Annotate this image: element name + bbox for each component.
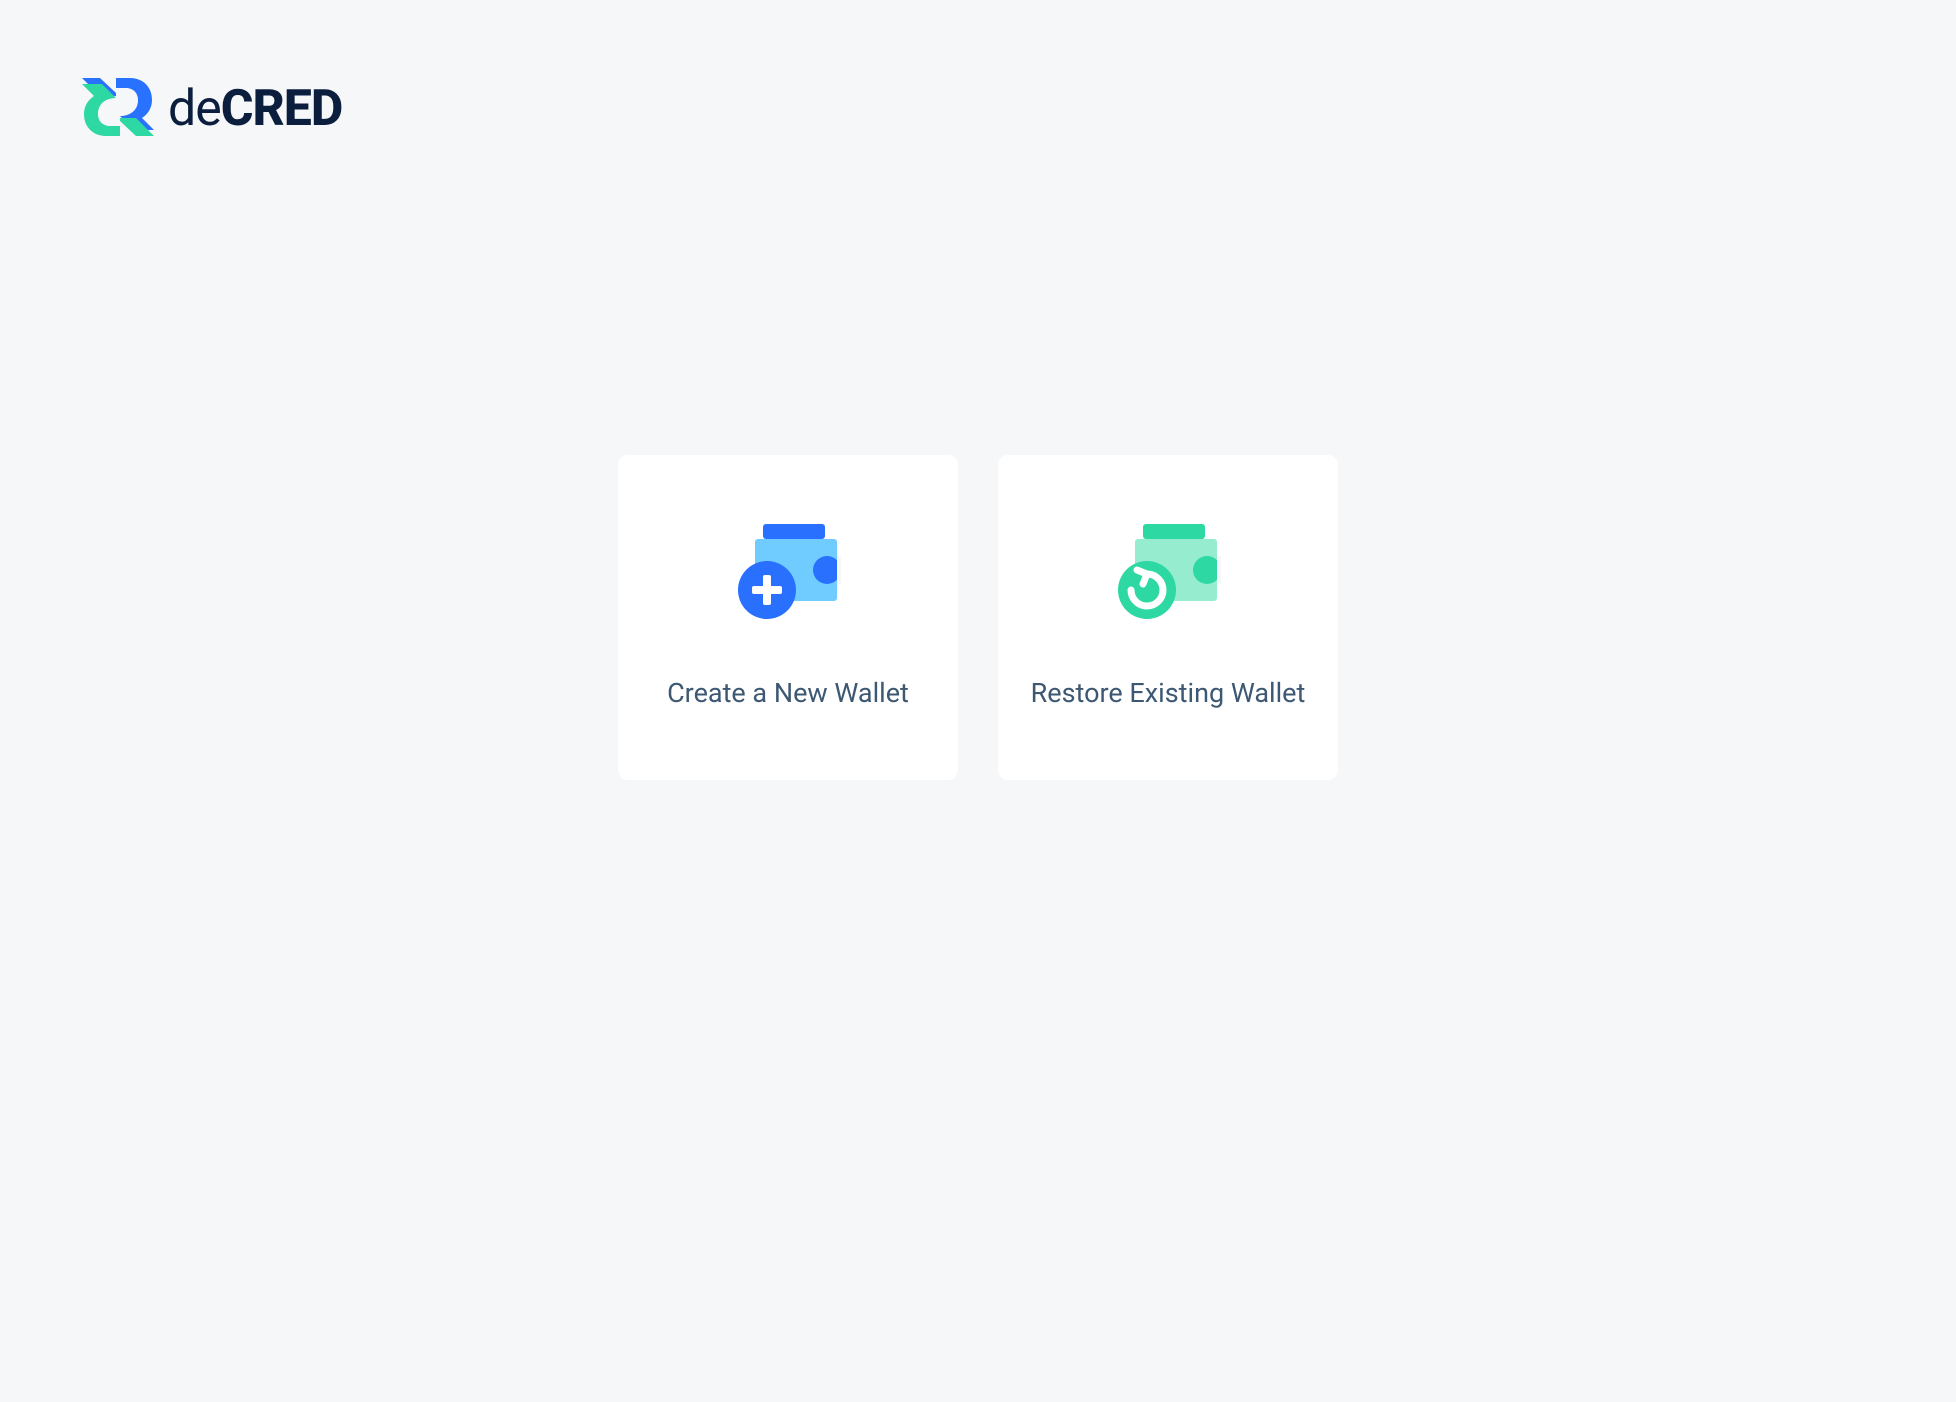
create-wallet-label: Create a New Wallet	[667, 677, 909, 709]
create-wallet-icon	[733, 527, 843, 617]
restore-wallet-label: Restore Existing Wallet	[1031, 677, 1306, 709]
brand-logo: deCRED	[82, 78, 342, 140]
wallet-options-container: Create a New Wallet Restore Existing Wal…	[618, 455, 1338, 780]
restore-wallet-button[interactable]: Restore Existing Wallet	[998, 455, 1338, 780]
create-wallet-button[interactable]: Create a New Wallet	[618, 455, 958, 780]
decred-logo-icon	[82, 78, 154, 140]
brand-name: deCRED	[168, 80, 342, 138]
restore-wallet-icon	[1113, 527, 1223, 617]
